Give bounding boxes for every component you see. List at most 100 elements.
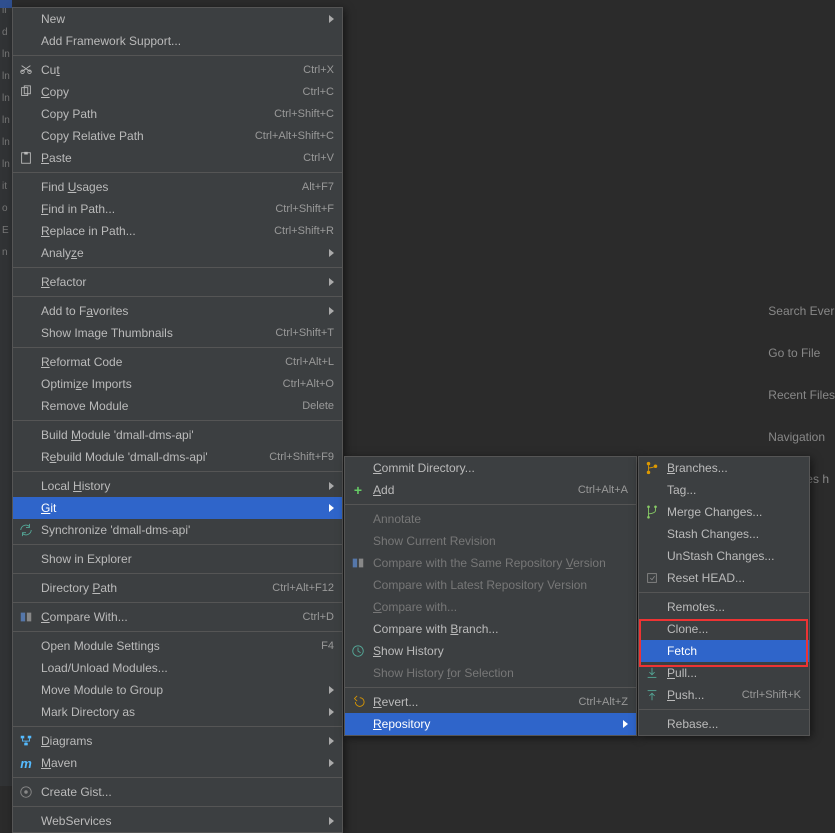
menu-item-shortcut: Ctrl+X <box>303 64 334 76</box>
menu2-item[interactable]: Show History <box>345 640 636 662</box>
menu-item-label: Git <box>41 501 334 515</box>
submenu-repository[interactable]: Branches... Tag...Merge Changes...Stash C… <box>638 456 810 736</box>
menu3-item[interactable]: Clone... <box>639 618 809 640</box>
menu-item-label: Add <box>373 483 578 497</box>
compare-icon <box>351 556 365 570</box>
menu3-item[interactable]: Reset HEAD... <box>639 567 809 589</box>
menu1-item[interactable]: Open Module SettingsF4 <box>13 635 342 657</box>
menu1-item[interactable]: Reformat CodeCtrl+Alt+L <box>13 351 342 373</box>
submenu-arrow-icon <box>329 708 334 716</box>
menu2-item[interactable]: +AddCtrl+Alt+A <box>345 479 636 501</box>
menu-item-label: Synchronize 'dmall-dms-api' <box>41 523 334 537</box>
menu-item-label: WebServices <box>41 814 334 828</box>
menu2-item[interactable]: Revert...Ctrl+Alt+Z <box>345 691 636 713</box>
menu-item-label: Repository <box>373 717 628 731</box>
menu-item-label: Show Current Revision <box>373 534 628 548</box>
menu1-item[interactable]: Load/Unload Modules... <box>13 657 342 679</box>
menu-item-label: Mark Directory as <box>41 705 334 719</box>
menu-item-label: Analyze <box>41 246 334 260</box>
menu2-item: Compare with the Same Repository Version <box>345 552 636 574</box>
menu1-item[interactable]: Synchronize 'dmall-dms-api' <box>13 519 342 541</box>
menu1-item[interactable]: Copy PathCtrl+Shift+C <box>13 103 342 125</box>
menu3-item[interactable]: Pull... <box>639 662 809 684</box>
menu3-item[interactable]: Branches... <box>639 457 809 479</box>
menu1-item[interactable]: Git <box>13 497 342 519</box>
menu2-item[interactable]: Compare with Branch... <box>345 618 636 640</box>
submenu-git[interactable]: Commit Directory...+AddCtrl+Alt+AAnnotat… <box>344 456 637 736</box>
menu1-item[interactable]: Rebuild Module 'dmall-dms-api'Ctrl+Shift… <box>13 446 342 468</box>
menu1-item[interactable]: CutCtrl+X <box>13 59 342 81</box>
menu3-item[interactable]: Push...Ctrl+Shift+K <box>639 684 809 706</box>
menu-item-label: Reformat Code <box>41 355 285 369</box>
menu1-item[interactable]: WebServices <box>13 810 342 832</box>
menu3-item[interactable]: Rebase... <box>639 713 809 735</box>
menu1-item[interactable]: Mark Directory as <box>13 701 342 723</box>
menu1-item[interactable]: Move Module to Group <box>13 679 342 701</box>
editor-gutter: lldlnlnlnlnlnlnitoEn <box>0 0 12 786</box>
menu-item-label: Commit Directory... <box>373 461 628 475</box>
menu1-item[interactable]: Find UsagesAlt+F7 <box>13 176 342 198</box>
menu1-item[interactable]: CopyCtrl+C <box>13 81 342 103</box>
gutter-text: ln <box>0 154 12 176</box>
menu1-item[interactable]: Create Gist... <box>13 781 342 803</box>
gutter-text: n <box>0 242 12 264</box>
menu2-item[interactable]: Repository <box>345 713 636 735</box>
diagram-icon <box>19 734 33 748</box>
menu3-item[interactable]: Remotes... <box>639 596 809 618</box>
menu1-item[interactable]: Add Framework Support... <box>13 30 342 52</box>
menu1-item[interactable]: Diagrams <box>13 730 342 752</box>
menu3-item[interactable]: Fetch <box>639 640 809 662</box>
menu-item-label: Compare with Latest Repository Version <box>373 578 628 592</box>
menu-separator <box>13 347 342 348</box>
sync-icon <box>19 523 33 537</box>
menu-item-label: Load/Unload Modules... <box>41 661 334 675</box>
menu1-item[interactable]: Compare With...Ctrl+D <box>13 606 342 628</box>
menu1-item[interactable]: Replace in Path...Ctrl+Shift+R <box>13 220 342 242</box>
submenu-arrow-icon <box>329 817 334 825</box>
menu-item-label: Rebuild Module 'dmall-dms-api' <box>41 450 269 464</box>
menu1-item[interactable]: Build Module 'dmall-dms-api' <box>13 424 342 446</box>
menu-item-label: Replace in Path... <box>41 224 274 238</box>
menu3-item[interactable]: Stash Changes... <box>639 523 809 545</box>
menu-separator <box>13 573 342 574</box>
menu1-item[interactable]: Find in Path...Ctrl+Shift+F <box>13 198 342 220</box>
menu1-item[interactable]: Optimize ImportsCtrl+Alt+O <box>13 373 342 395</box>
menu1-item[interactable]: Copy Relative PathCtrl+Alt+Shift+C <box>13 125 342 147</box>
menu-separator <box>13 726 342 727</box>
menu-item-label: Move Module to Group <box>41 683 334 697</box>
menu2-item: Compare with Latest Repository Version <box>345 574 636 596</box>
menu-item-label: Branches... <box>667 461 801 475</box>
menu-item-shortcut: Ctrl+Alt+L <box>285 356 334 368</box>
menu2-item: Compare with... <box>345 596 636 618</box>
menu1-item[interactable]: PasteCtrl+V <box>13 147 342 169</box>
menu-item-shortcut: Delete <box>302 400 334 412</box>
menu-item-shortcut: Ctrl+Shift+C <box>274 108 334 120</box>
menu3-item[interactable]: Merge Changes... <box>639 501 809 523</box>
menu-item-shortcut: Ctrl+Shift+R <box>274 225 334 237</box>
hint-line: Search Ever <box>768 290 835 332</box>
menu1-item[interactable]: New <box>13 8 342 30</box>
submenu-arrow-icon <box>329 15 334 23</box>
menu2-item[interactable]: Commit Directory... <box>345 457 636 479</box>
menu1-item[interactable]: Refactor <box>13 271 342 293</box>
menu1-item[interactable]: Analyze <box>13 242 342 264</box>
menu1-item[interactable]: Remove ModuleDelete <box>13 395 342 417</box>
menu-separator <box>13 296 342 297</box>
menu3-item[interactable]: UnStash Changes... <box>639 545 809 567</box>
menu3-item[interactable]: Tag... <box>639 479 809 501</box>
menu1-item[interactable]: mMaven <box>13 752 342 774</box>
gutter-text: E <box>0 220 12 242</box>
menu1-item[interactable]: Add to Favorites <box>13 300 342 322</box>
menu-item-shortcut: Ctrl+Alt+A <box>578 484 628 496</box>
menu1-item[interactable]: Show Image ThumbnailsCtrl+Shift+T <box>13 322 342 344</box>
menu-item-label: Compare with the Same Repository Version <box>373 556 628 570</box>
menu-item-label: Rebase... <box>667 717 801 731</box>
menu-item-label: Show History <box>373 644 628 658</box>
context-menu-main[interactable]: NewAdd Framework Support...CutCtrl+XCopy… <box>12 7 343 833</box>
branch-icon <box>645 461 659 475</box>
menu-separator <box>13 806 342 807</box>
menu1-item[interactable]: Local History <box>13 475 342 497</box>
menu1-item[interactable]: Show in Explorer <box>13 548 342 570</box>
menu-item-label: Compare With... <box>41 610 303 624</box>
menu1-item[interactable]: Directory PathCtrl+Alt+F12 <box>13 577 342 599</box>
